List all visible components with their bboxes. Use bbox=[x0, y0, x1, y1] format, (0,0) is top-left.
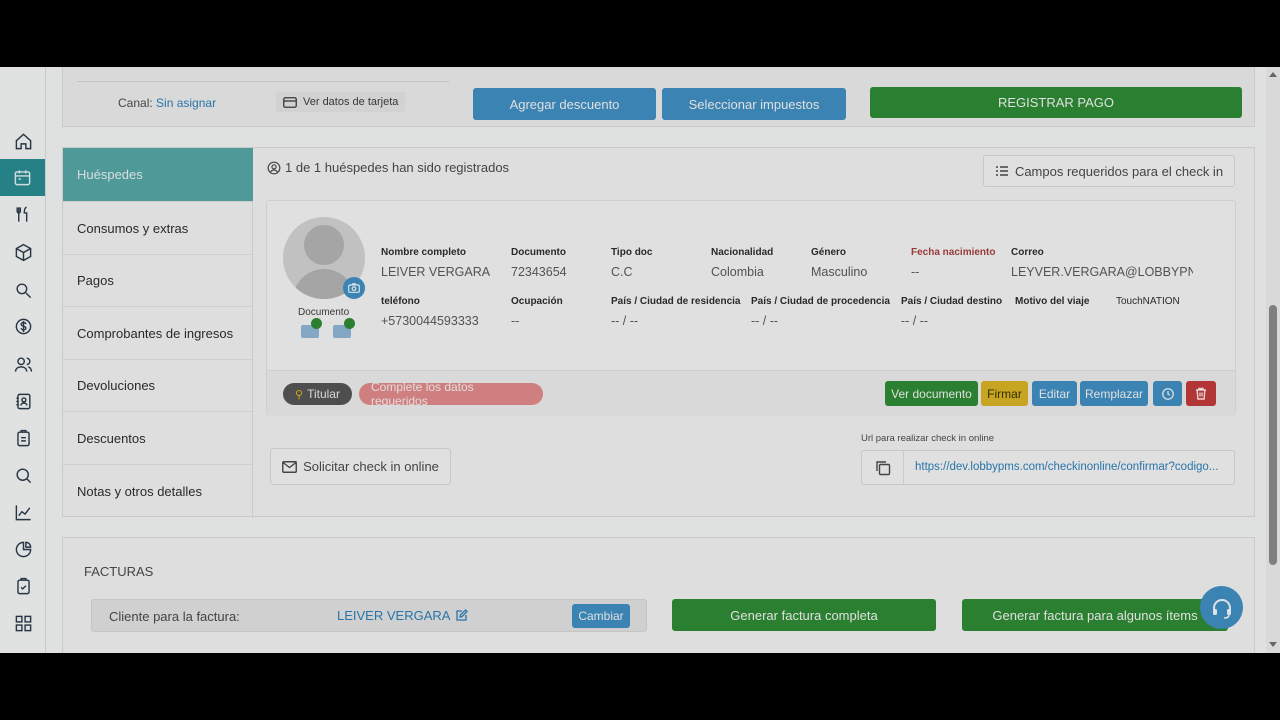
field-destination: País / Ciudad destino -- / -- bbox=[901, 296, 1003, 328]
channel-label: Canal: bbox=[118, 96, 153, 110]
generate-partial-invoice-button[interactable]: Generar factura para algunos ítems bbox=[962, 599, 1228, 631]
app-viewport: Canal: Sin asignar Ver datos de tarjeta … bbox=[0, 67, 1280, 653]
copy-icon bbox=[875, 460, 890, 475]
envelope-icon bbox=[282, 460, 298, 473]
field-email: Correo LEYVER.VERGARA@LOBBYPN bbox=[1011, 247, 1193, 279]
clock-icon bbox=[1161, 387, 1174, 400]
field-full-name: Nombre completo LEIVER VERGARA bbox=[381, 247, 491, 279]
headset-icon bbox=[1212, 598, 1231, 619]
divider bbox=[77, 81, 449, 82]
invoices-title: FACTURAS bbox=[84, 564, 154, 579]
list-check-icon bbox=[995, 166, 1008, 176]
generate-full-invoice-button[interactable]: Generar factura completa bbox=[672, 599, 936, 631]
reservation-detail-card: Huéspedes Consumos y extras Pagos Compro… bbox=[62, 147, 1255, 518]
invoice-client-bar: Cliente para la factura: LEIVER VERGARA … bbox=[91, 599, 647, 632]
line-chart-icon[interactable] bbox=[10, 499, 36, 525]
detail-tabs: Huéspedes Consumos y extras Pagos Compro… bbox=[63, 148, 253, 518]
request-checkin-button[interactable]: Solicitar check in online bbox=[270, 448, 451, 485]
complete-data-badge: Complete los datos requeridos bbox=[359, 380, 543, 408]
channel-value[interactable]: Sin asignar bbox=[156, 96, 216, 110]
checkin-url-value[interactable]: https://dev.lobbypms.com/checkinonline/c… bbox=[915, 461, 1218, 473]
add-discount-button[interactable]: Agregar descuento bbox=[473, 88, 656, 120]
guest-actions-bar: ⚲ Titular Complete los datos requeridos … bbox=[267, 370, 1235, 416]
tab-notes[interactable]: Notas y otros detalles bbox=[63, 465, 253, 518]
request-checkin-label: Solicitar check in online bbox=[303, 459, 439, 474]
checkin-url-field[interactable]: https://dev.lobbypms.com/checkinonline/c… bbox=[861, 450, 1235, 485]
camera-icon[interactable] bbox=[343, 277, 365, 299]
field-gender: Género Masculino bbox=[811, 247, 868, 279]
invoices-card: FACTURAS Cliente para la factura: LEIVER… bbox=[62, 537, 1255, 653]
scrollbar-thumb[interactable] bbox=[1269, 305, 1277, 565]
utensils-icon[interactable] bbox=[10, 201, 36, 227]
history-button[interactable] bbox=[1153, 381, 1182, 406]
search-location-icon[interactable] bbox=[10, 277, 36, 303]
payment-bar: Canal: Sin asignar Ver datos de tarjeta … bbox=[62, 67, 1255, 127]
nav-rail bbox=[0, 67, 46, 653]
field-trip-reason: Motivo del viaje bbox=[1015, 296, 1090, 307]
required-fields-button[interactable]: Campos requeridos para el check in bbox=[983, 155, 1235, 187]
check-icon bbox=[344, 318, 355, 329]
sign-button[interactable]: Firmar bbox=[981, 381, 1028, 406]
user-circle-icon bbox=[267, 161, 281, 174]
tab-refunds[interactable]: Devoluciones bbox=[63, 359, 253, 412]
pie-chart-icon[interactable] bbox=[10, 536, 36, 562]
edit-button[interactable]: Editar bbox=[1032, 381, 1077, 406]
key-icon: ⚲ bbox=[295, 388, 304, 401]
credit-card-icon bbox=[283, 96, 297, 108]
contacts-icon[interactable] bbox=[10, 388, 36, 414]
calendar-icon[interactable] bbox=[0, 159, 45, 196]
tab-receipts[interactable]: Comprobantes de ingresos bbox=[63, 307, 253, 360]
users-icon[interactable] bbox=[10, 351, 36, 377]
invoice-client-name-text: LEIVER VERGARA bbox=[337, 608, 451, 623]
field-residence: País / Ciudad de residencia -- / -- bbox=[611, 296, 741, 328]
field-nationality: Nacionalidad Colombia bbox=[711, 247, 774, 279]
search-icon[interactable] bbox=[10, 462, 36, 488]
invoice-client-name[interactable]: LEIVER VERGARA bbox=[337, 608, 469, 623]
edit-icon[interactable] bbox=[455, 609, 469, 622]
tab-payments[interactable]: Pagos bbox=[63, 254, 253, 307]
replace-button[interactable]: Remplazar bbox=[1080, 381, 1148, 406]
scroll-down-icon[interactable] bbox=[1269, 642, 1277, 647]
field-touchnation: TouchNATION bbox=[1116, 296, 1180, 307]
home-icon[interactable] bbox=[10, 128, 36, 154]
tab-consumptions[interactable]: Consumos y extras bbox=[63, 202, 253, 255]
registered-count: 1 de 1 huéspedes han sido registrados bbox=[267, 160, 509, 175]
field-origin: País / Ciudad de procedencia -- / -- bbox=[751, 296, 890, 328]
channel-info: Canal: Sin asignar bbox=[118, 96, 216, 110]
field-birth-date: Fecha nacimiento -- bbox=[911, 247, 996, 279]
guest-card: Documento Nombre completo LEIVER VERGARA… bbox=[266, 200, 1236, 416]
tab-discounts[interactable]: Descuentos bbox=[63, 412, 253, 465]
box-icon[interactable] bbox=[10, 239, 36, 265]
clipboard-check-icon[interactable] bbox=[10, 573, 36, 599]
view-document-button[interactable]: Ver documento bbox=[885, 381, 978, 406]
document-label: Documento bbox=[298, 307, 350, 318]
field-occupation: Ocupación -- bbox=[511, 296, 563, 328]
titular-label: Titular bbox=[307, 387, 340, 401]
titular-badge: ⚲ Titular bbox=[283, 383, 352, 405]
clipboard-icon[interactable] bbox=[10, 425, 36, 451]
view-card-button[interactable]: Ver datos de tarjeta bbox=[276, 92, 406, 112]
copy-button[interactable] bbox=[862, 451, 904, 484]
delete-button[interactable] bbox=[1186, 381, 1216, 406]
field-doc-type: Tipo doc C.C bbox=[611, 247, 653, 279]
support-chat-button[interactable] bbox=[1200, 586, 1243, 629]
grid-icon[interactable] bbox=[10, 610, 36, 636]
field-phone: teléfono +5730044593333 bbox=[381, 296, 479, 328]
trash-icon bbox=[1196, 387, 1206, 400]
check-icon bbox=[311, 318, 322, 329]
invoice-client-label: Cliente para la factura: bbox=[109, 609, 240, 624]
scrollbar[interactable] bbox=[1266, 67, 1280, 653]
checkin-url-label: Url para realizar check in online bbox=[861, 433, 995, 444]
select-taxes-button[interactable]: Seleccionar impuestos bbox=[662, 88, 846, 120]
view-card-label: Ver datos de tarjeta bbox=[303, 96, 399, 108]
scroll-up-icon[interactable] bbox=[1269, 72, 1277, 77]
dollar-icon[interactable] bbox=[10, 313, 36, 339]
registered-count-text: 1 de 1 huéspedes han sido registrados bbox=[285, 160, 510, 175]
required-fields-label: Campos requeridos para el check in bbox=[1014, 163, 1224, 179]
change-client-button[interactable]: Cambiar bbox=[572, 604, 630, 628]
tab-guests[interactable]: Huéspedes bbox=[63, 148, 253, 202]
field-document: Documento 72343654 bbox=[511, 247, 567, 279]
register-payment-button[interactable]: REGISTRAR PAGO bbox=[870, 87, 1242, 118]
